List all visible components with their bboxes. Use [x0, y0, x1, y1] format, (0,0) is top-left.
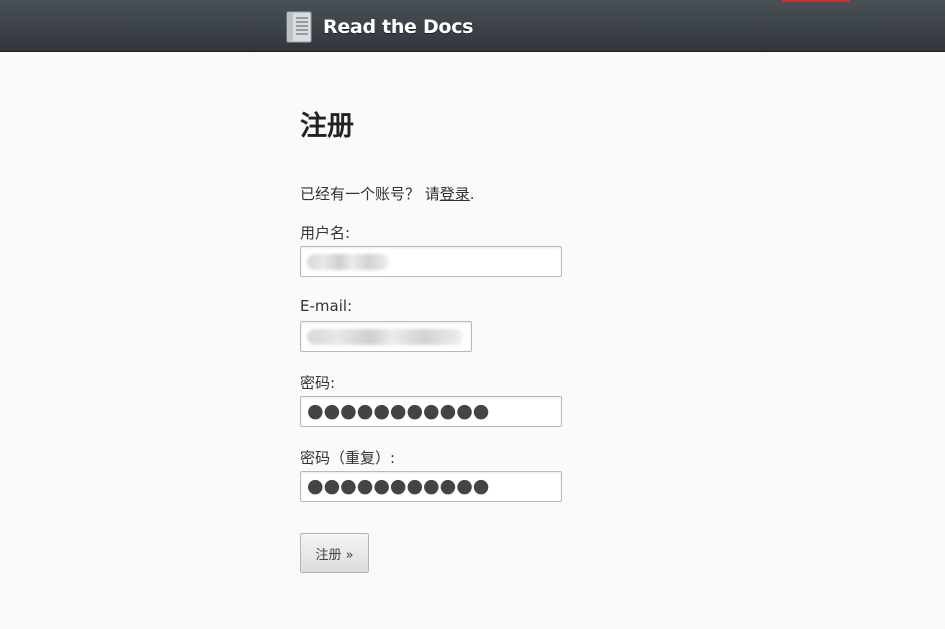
login-link[interactable]: 登录 — [440, 185, 470, 203]
password-label: 密码: — [300, 374, 336, 392]
login-prompt-suffix: . — [469, 185, 475, 203]
email-label: E-mail: — [300, 297, 353, 315]
page-title: 注册 — [300, 111, 354, 142]
top-navigation-bar: Read the Docs — [0, 0, 945, 52]
username-input[interactable] — [300, 246, 562, 277]
password-masked-value: ●●●●●●●●●●● — [307, 400, 490, 422]
email-value-blurred — [307, 328, 463, 345]
top-accent-strip — [782, 0, 850, 2]
book-icon — [286, 11, 312, 43]
username-value-blurred — [307, 253, 389, 270]
brand-link[interactable]: Read the Docs — [286, 10, 473, 44]
brand-name: Read the Docs — [323, 16, 474, 38]
password-confirm-masked-value: ●●●●●●●●●●● — [307, 475, 490, 497]
password-confirm-label: 密码（重复）: — [300, 449, 396, 467]
login-prompt-text: 已经有一个账号？ 请 — [300, 185, 440, 203]
username-label: 用户名: — [300, 224, 351, 242]
signup-submit-button[interactable]: 注册 » — [300, 533, 369, 573]
password-input[interactable]: ●●●●●●●●●●● — [300, 396, 562, 427]
email-input[interactable] — [300, 321, 472, 352]
login-prompt: 已经有一个账号？ 请登录. — [300, 183, 475, 204]
password-confirm-input[interactable]: ●●●●●●●●●●● — [300, 471, 562, 502]
